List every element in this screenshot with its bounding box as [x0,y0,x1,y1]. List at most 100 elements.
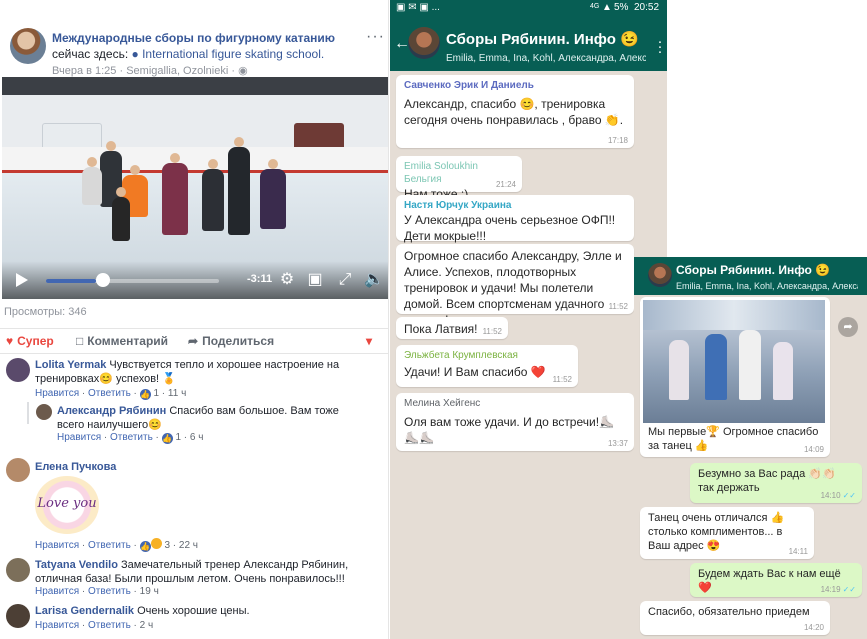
group-members[interactable]: Emilia, Emma, Ina, Kohl, Александра, Але… [676,281,858,291]
like-comment-link[interactable]: Нравится [35,388,79,399]
comment-author[interactable]: Tatyana Vendilo [35,559,118,571]
message-bubble[interactable]: Мелина Хейгенс Оля вам тоже удачи. И до … [396,393,634,451]
like-reaction-icon: 👍 [139,541,151,552]
like-comment-link[interactable]: Нравится [57,432,101,443]
chat-header: ← Сборы Рябинин. Инфо 😉 Emilia, Emma, In… [390,17,667,71]
reply-link[interactable]: Ответить [88,540,131,551]
view-count: Просмотры: 346 [4,306,87,318]
whatsapp-chat-second: Сборы Рябинин. Инфо 😉 Emilia, Emma, Ina,… [634,257,867,639]
reaction-selector-icon[interactable]: ▾ [366,334,372,348]
skater-figure [162,153,188,235]
message-bubble[interactable]: Будем ждать Вас к нам ещё ❤️ 14:19 ✓✓ [690,563,862,597]
more-options-icon[interactable]: ··· [366,28,385,46]
post-title: Международные сборы по фигурному катанию… [52,30,364,62]
comment-label: Комментарий [87,334,169,348]
message-text: Танец очень отличался 👍 столько комплиме… [648,512,785,552]
comment-author[interactable]: Larisa Gendernalik [35,605,134,617]
comment-author[interactable]: Елена Пучкова [35,461,116,473]
haha-reaction-icon [150,538,162,549]
reply-link[interactable]: Ответить [88,388,131,399]
location-link[interactable]: International figure skating school. [142,47,324,61]
share-icon: ➦ [188,334,199,348]
volume-icon[interactable]: 🔈 [364,271,384,289]
post-time-inline: сейчас [52,47,91,61]
group-title[interactable]: Сборы Рябинин. Инфо 😉 [446,30,639,48]
message-bubble[interactable]: Безумно за Вас рада 👏🏻👏🏻 так держать 14:… [690,463,862,503]
video-player[interactable]: -3:11 ⚙ ▣ ⤢ 🔈 [2,77,388,299]
message-time: 14:10 ✓✓ [821,491,856,500]
avatar[interactable] [6,458,30,482]
comment-time: 22 ч [178,540,199,551]
avatar[interactable] [6,604,30,628]
post-actions: ♥ Супер □ Комментарий ➦ Поделиться ▾ [0,328,388,354]
post-meta: Вчера в 1:25 · Semigallia, Ozolnieki · ◉ [52,65,248,77]
team-photo[interactable] [643,300,825,423]
reply-link[interactable]: Ответить [110,432,153,443]
read-ticks-icon: ✓✓ [842,585,856,594]
comment-time: 2 ч [139,620,154,631]
message-time: 11:52 [482,327,502,336]
avatar[interactable] [6,358,30,382]
like-comment-link[interactable]: Нравится [35,540,79,551]
message-bubble[interactable]: Настя Юрчук Украина У Александра очень с… [396,195,634,243]
message-bubble[interactable]: Эльжбета Крумплевская Удачи! И Вам спаси… [396,345,578,387]
comment-time: 11 ч [167,388,187,399]
like-comment-link[interactable]: Нравится [35,620,79,631]
message-bubble[interactable]: Пока Латвия! 11:52 [396,317,508,339]
message-bubble[interactable]: Огромное спасибо Александру, Элле и Алис… [396,244,634,327]
love-you-sticker: Love you [35,476,99,534]
message-time: 17:18 [607,136,628,145]
message-text: Удачи! И Вам спасибо ❤️ [404,365,546,379]
like-comment-link[interactable]: Нравится [35,586,79,597]
forward-icon[interactable]: ➦ [838,317,858,337]
network-indicator: 4G [590,3,600,10]
page-avatar[interactable] [10,28,46,64]
fullscreen-icon[interactable]: ⤢ [336,271,354,289]
message-sender: Эльжбета Крумплевская [404,350,518,361]
skater-figure [260,159,286,229]
group-members[interactable]: Emilia, Emma, Ina, Kohl, Александра, Але… [446,53,646,64]
group-avatar[interactable] [648,263,672,287]
status-notification-icons: ▣ ✉ ▣ ... [396,2,440,13]
reply-link[interactable]: Ответить [88,586,131,597]
progress-handle[interactable] [96,273,110,287]
settings-gear-icon[interactable]: ⚙ [278,271,296,289]
avatar[interactable] [36,404,52,420]
reply-link[interactable]: Ответить [88,620,131,631]
group-title[interactable]: Сборы Рябинин. Инфо 😉 [676,263,830,277]
message-time: 13:37 [607,439,628,448]
whatsapp-chat-main: ▣ ✉ ▣ ... 4G ▲ 5% 20:52 ← Сборы Рябинин.… [390,0,667,639]
message-time: 11:52 [608,302,628,311]
time-value: 14:19 [820,585,841,594]
message-bubble[interactable]: Emilia Soloukhin Бельгия Нам тоже :) 21:… [396,156,522,201]
message-bubble[interactable]: Спасибо, обязательно приедем 14:20 [640,601,830,635]
comment-author[interactable]: Lolita Yermak [35,359,106,371]
play-icon[interactable] [16,273,28,287]
page-name-link[interactable]: Международные сборы по фигурному катанию [52,31,335,45]
miniplayer-icon[interactable]: ▣ [306,271,324,289]
comment-icon: □ [76,334,84,348]
message-sender: Настя Юрчук Украина [404,200,512,211]
reaction-count: 1 [175,432,182,443]
read-ticks-icon: ✓✓ [842,491,856,500]
rink-board [2,147,388,173]
comment-author[interactable]: Александр Рябинин [57,405,166,417]
share-label: Поделиться [202,334,275,348]
avatar[interactable] [6,558,30,582]
message-bubble[interactable]: Мы первые🏆 Огромное спасибо за танец 👍 1… [640,297,830,457]
post-place[interactable]: Semigallia, Ozolnieki [126,65,228,77]
heart-icon: ♥ [6,334,14,348]
like-button[interactable]: ♥ Супер [6,334,54,348]
message-bubble[interactable]: Танец очень отличался 👍 столько комплиме… [640,507,814,559]
video-controls: -3:11 ⚙ ▣ ⤢ 🔈 [2,261,388,299]
comment: Tatyana Vendilo Замечательный тренер Але… [0,556,388,600]
message-bubble[interactable]: Савченко Эрик И Даниель Александр, спаси… [396,75,634,148]
group-avatar[interactable] [408,27,440,59]
skater-figure [202,159,224,231]
post-date[interactable]: Вчера в 1:25 [52,65,116,77]
menu-dots-icon[interactable]: · · · [656,34,664,59]
comment-button[interactable]: □ Комментарий [76,334,168,348]
share-button[interactable]: ➦ Поделиться [188,334,274,348]
progress-bar[interactable] [46,279,219,283]
location-pin-icon: ● [131,47,139,61]
